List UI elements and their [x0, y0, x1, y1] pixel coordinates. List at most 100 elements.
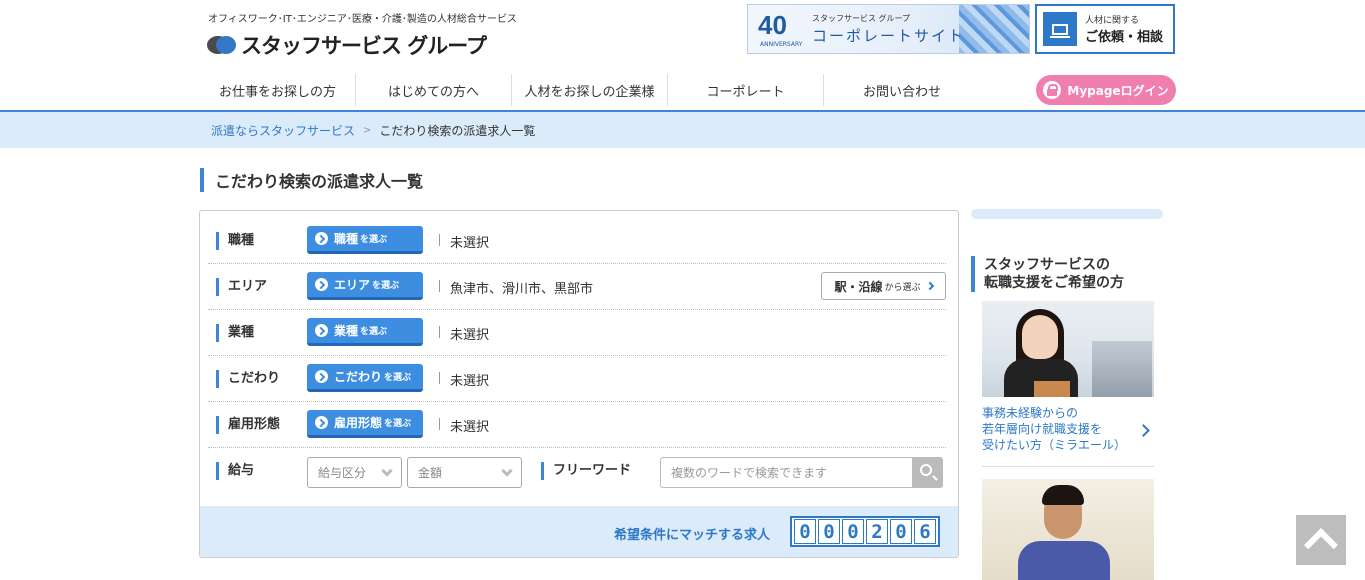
select-preferences-button[interactable]: こだわり を選ぶ — [307, 364, 423, 392]
chevron-down-icon — [381, 465, 393, 477]
sidebar-heading-line1: スタッフサービスの — [984, 257, 1110, 273]
salary-type-select[interactable]: 給与区分 — [307, 457, 402, 488]
chevron-up-icon — [1304, 528, 1338, 562]
select-industry-button[interactable]: 業種 を選ぶ — [307, 318, 423, 346]
job-type-label: 職種 — [216, 232, 254, 250]
select-preferences-label: こだわり — [334, 370, 383, 384]
header-tagline: オフィスワーク･IT･エンジニア･医療・介護･製造の人材総合サービス — [208, 14, 517, 25]
station-suffix: から選ぶ — [884, 282, 921, 293]
search-icon — [920, 464, 932, 476]
page-title: こだわり検索の派遣求人一覧 — [200, 168, 423, 192]
search-panel: 職種 職種 を選ぶ 未選択 エリア エリア を選ぶ 魚津市、滑川市、黒部市 駅・沿線… — [199, 210, 959, 558]
gnav-item-contact[interactable]: お問い合わせ — [824, 74, 980, 106]
count-digit: 0 — [842, 519, 864, 544]
breadcrumb-current: こだわり検索の派遣求人一覧 — [379, 123, 536, 138]
search-row-area: エリア エリア を選ぶ 魚津市、滑川市、黒部市 駅・沿線 から選ぶ — [208, 264, 946, 310]
gnav-item-corporate[interactable]: コーポレート — [668, 74, 824, 106]
select-industry-label: 業種 — [334, 324, 359, 338]
salary-amount-select[interactable]: 金額 — [407, 457, 522, 488]
page: オフィスワーク･IT･エンジニア･医療・介護･製造の人材総合サービス スタッフサ… — [0, 0, 1365, 580]
select-employment-type-button[interactable]: 雇用形態 を選ぶ — [307, 410, 423, 438]
gnav-item-beginners[interactable]: はじめての方へ — [356, 74, 512, 106]
person-hair — [1042, 485, 1084, 505]
select-area-label: エリア — [334, 278, 371, 292]
logo-text: スタッフサービス グループ — [241, 34, 487, 58]
select-suffix: を選ぶ — [360, 327, 388, 337]
count-digit: 0 — [890, 519, 912, 544]
search-row-employment-type: 雇用形態 雇用形態 を選ぶ 未選択 — [208, 402, 946, 448]
chevron-down-icon — [501, 465, 513, 477]
consult-small-label: 人材に関する — [1085, 16, 1140, 26]
chevron-right-icon — [925, 281, 934, 291]
preferences-label: こだわり — [216, 370, 280, 388]
sidebar-image-woman[interactable] — [982, 301, 1154, 397]
select-suffix: を選ぶ — [384, 373, 412, 383]
sidebar-heading: スタッフサービスの 転職支援をご希望の方 — [971, 256, 1124, 292]
salary-label: 給与 — [216, 462, 254, 480]
sidebar-link-miraail[interactable]: 事務未経験からの 若年層向け就職支援を 受けたい方（ミラエール） — [982, 405, 1154, 467]
breadcrumb: 派遣ならスタッフサービス > こだわり検索の派遣求人一覧 — [0, 112, 1365, 148]
site-logo[interactable]: スタッフサービス グループ — [207, 30, 487, 60]
count-digit: 2 — [866, 519, 888, 544]
person-body — [1018, 541, 1110, 580]
freeword-label: フリーワード — [541, 462, 631, 480]
gnav-item-job-seekers[interactable]: お仕事をお探しの方 — [200, 74, 356, 106]
corporate-site-title: コーポレートサイト — [812, 27, 966, 45]
logo-mark-icon — [207, 34, 237, 56]
consult-text: 人材に関する ご依頼・相談 — [1085, 13, 1163, 45]
sidebar-image-man[interactable] — [982, 479, 1154, 580]
breadcrumb-separator: > — [363, 124, 372, 136]
sidebar-heading-line2: 転職支援をご希望の方 — [984, 275, 1124, 291]
corporate-group-name: スタッフサービス グループ — [812, 14, 911, 23]
select-job-type-button[interactable]: 職種 を選ぶ — [307, 226, 423, 254]
breadcrumb-home-link[interactable]: 派遣ならスタッフサービス — [211, 122, 355, 139]
sidebar-top-bar — [971, 209, 1163, 219]
page-top-button[interactable] — [1296, 515, 1346, 565]
gnav-item-companies[interactable]: 人材をお探しの企業様 — [512, 74, 668, 106]
select-employment-type-label: 雇用形態 — [334, 416, 383, 430]
consult-large-label: ご依頼・相談 — [1085, 30, 1164, 45]
mypage-login-button[interactable]: Mypageログイン — [1036, 75, 1176, 105]
salary-type-value: 給与区分 — [318, 466, 367, 480]
employment-type-value: 未選択 — [438, 416, 489, 435]
job-type-value: 未選択 — [438, 232, 489, 251]
person-face — [1022, 315, 1058, 359]
arrow-circle-icon — [315, 416, 328, 429]
person-book — [1034, 381, 1070, 397]
computer-icon — [1043, 12, 1077, 46]
search-row-job-type: 職種 職種 を選ぶ 未選択 — [208, 218, 946, 264]
select-suffix: を選ぶ — [384, 419, 412, 429]
global-nav: お仕事をお探しの方 はじめての方へ 人材をお探しの企業様 コーポレート お問い合… — [200, 74, 980, 106]
count-digit: 6 — [914, 519, 936, 544]
freeword-input[interactable] — [660, 457, 913, 488]
office-background — [1092, 341, 1152, 397]
match-count-label: 希望条件にマッチする求人 — [614, 528, 771, 543]
area-label: エリア — [216, 278, 267, 296]
industry-label: 業種 — [216, 324, 254, 342]
industry-value: 未選択 — [438, 324, 489, 343]
employment-type-label: 雇用形態 — [216, 416, 280, 434]
consult-request-button[interactable]: 人材に関する ご依頼・相談 — [1035, 4, 1175, 54]
lock-icon — [1043, 81, 1062, 99]
count-digit: 0 — [794, 519, 816, 544]
station-label: 駅・沿線 — [834, 279, 883, 294]
corporate-site-banner[interactable]: 40 ANNIVERSARY スタッフサービス グループ コーポレートサイト — [747, 4, 1030, 54]
salary-amount-value: 金額 — [418, 466, 443, 480]
select-job-type-label: 職種 — [334, 232, 359, 246]
arrow-circle-icon — [315, 232, 328, 245]
select-area-button[interactable]: エリア を選ぶ — [307, 272, 423, 300]
mypage-login-label: Mypageログイン — [1067, 83, 1169, 98]
match-count-bar: 希望条件にマッチする求人 0 0 0 2 0 6 — [200, 506, 958, 557]
sidebar-link-text: 事務未経験からの 若年層向け就職支援を 受けたい方（ミラエール） — [982, 406, 1127, 452]
select-suffix: を選ぶ — [360, 235, 388, 245]
cubes-decoration — [959, 5, 1029, 53]
freeword-search-button[interactable] — [912, 457, 943, 488]
anniversary-badge: 40 — [758, 10, 787, 40]
count-digit: 0 — [818, 519, 840, 544]
arrow-circle-icon — [315, 278, 328, 291]
arrow-circle-icon — [315, 324, 328, 337]
area-value: 魚津市、滑川市、黒部市 — [438, 278, 593, 297]
match-count: 0 0 0 2 0 6 — [790, 516, 940, 547]
select-station-button[interactable]: 駅・沿線 から選ぶ — [821, 272, 946, 300]
search-row-preferences: こだわり こだわり を選ぶ 未選択 — [208, 356, 946, 402]
